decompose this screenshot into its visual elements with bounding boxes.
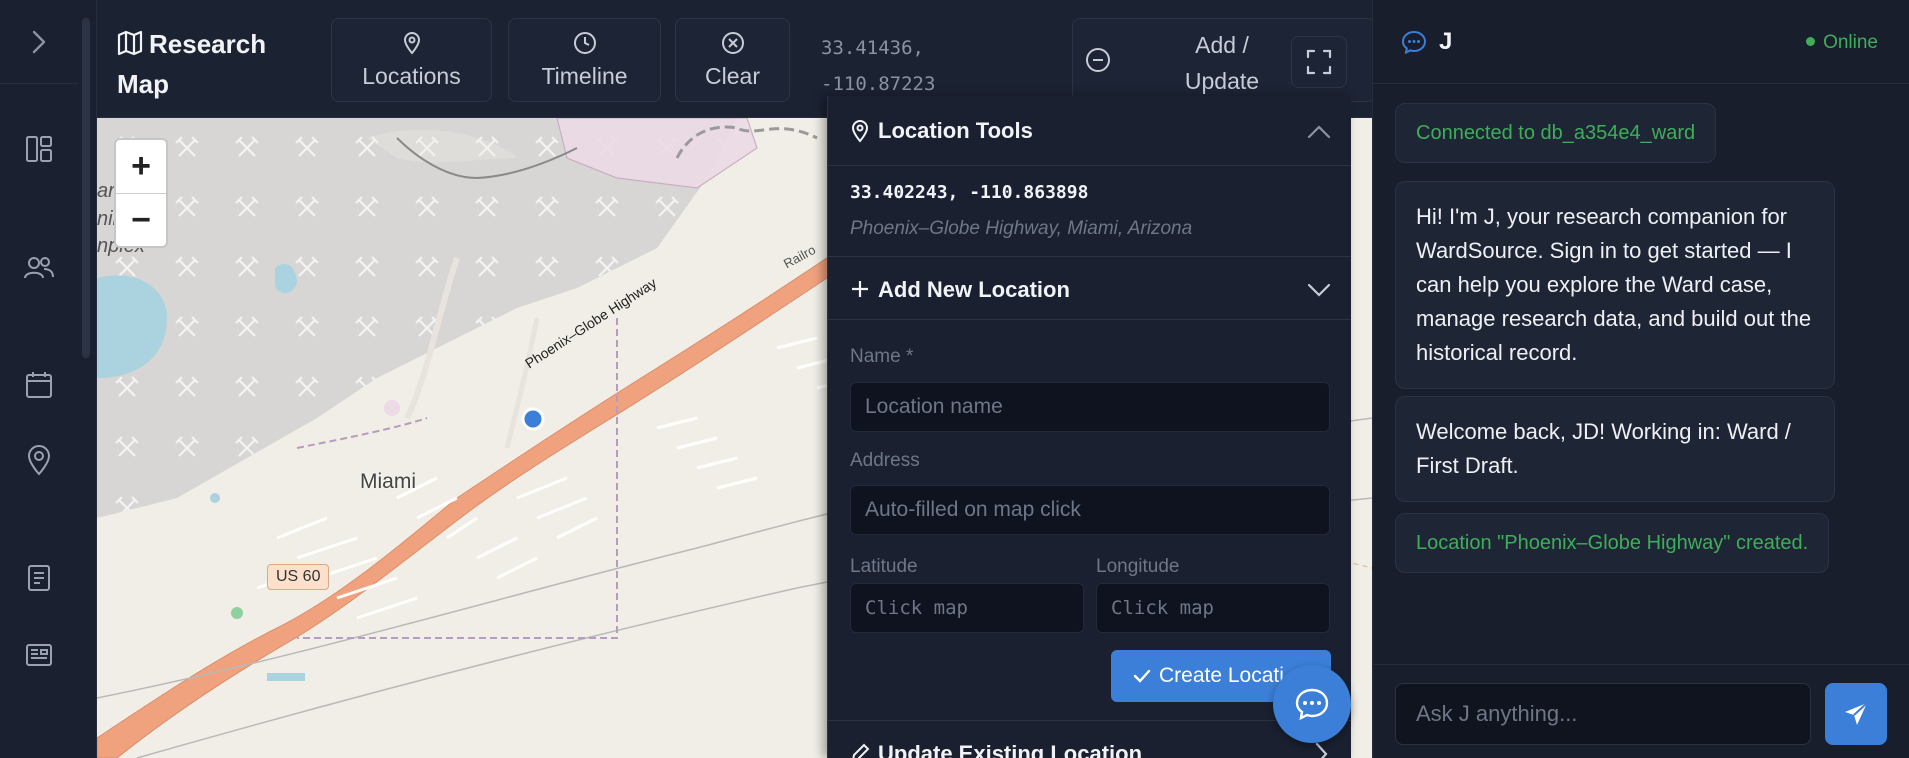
chevron-right-icon (32, 30, 46, 53)
location-tools-title: Location Tools (878, 118, 1033, 143)
minus-circle-icon (1086, 48, 1110, 72)
chat-toggle-button[interactable] (1273, 665, 1351, 743)
location-tools-header[interactable]: Location Tools (828, 96, 1351, 166)
location-tools-panel: Location Tools 33.402243, -110.863898 Ph… (827, 96, 1351, 758)
map-pin-icon (27, 445, 51, 476)
calendar-icon (26, 372, 52, 398)
map-label-complex-1: ar (97, 180, 115, 202)
chat-message-system: Connected to db_a354e4_ward (1395, 103, 1717, 163)
pencil-icon (852, 743, 870, 758)
address-input[interactable]: Auto-filled on map click (850, 485, 1330, 535)
assistant-chat-panel: J Online Connected to db_a354e4_ward Hi!… (1372, 0, 1909, 758)
chevron-up-icon[interactable] (1306, 122, 1332, 140)
chat-input[interactable]: Ask J anything... (1395, 683, 1811, 745)
send-icon (1845, 702, 1868, 725)
sidebar-item-dashboard[interactable] (20, 130, 58, 168)
fullscreen-button[interactable] (1291, 36, 1347, 88)
sidebar-item-news[interactable] (20, 636, 58, 674)
cursor-coordinates: 33.41436, -110.87223 (821, 30, 935, 102)
chat-message-assistant: Hi! I'm J, your research companion for W… (1395, 181, 1835, 389)
selected-coordinates: 33.402243, -110.863898 (850, 182, 1089, 203)
latitude-label: Latitude (850, 556, 918, 577)
clear-button[interactable]: Clear (675, 18, 790, 102)
address-label: Address (850, 450, 920, 471)
close-circle-icon (721, 31, 744, 54)
send-button[interactable] (1825, 683, 1887, 745)
map-label-city: Miami (360, 470, 416, 493)
status-badge: Online (1806, 32, 1878, 54)
name-label: Name * (850, 346, 914, 367)
research-map-app: Research Map Locations Timeline Clear 33… (0, 0, 1909, 758)
zoom-control: + − (114, 138, 168, 248)
map-pin-icon (851, 120, 869, 143)
sidebar-item-map[interactable] (20, 441, 58, 479)
chevron-right-icon (1315, 742, 1328, 758)
add-location-section-header[interactable]: Add New Location (828, 256, 1351, 320)
map-pin-icon (403, 31, 420, 55)
assistant-name: J (1439, 28, 1453, 55)
status-dot (1806, 37, 1816, 46)
status-label: Online (1823, 32, 1878, 53)
users-icon (24, 257, 54, 279)
chat-message-assistant: Welcome back, JD! Working in: Ward / Fir… (1395, 396, 1835, 502)
sidebar-item-calendar[interactable] (20, 366, 58, 404)
chevron-down-icon (1307, 283, 1331, 297)
longitude-input[interactable]: Click map (1096, 583, 1330, 633)
chat-input-bar: Ask J anything... (1373, 664, 1909, 758)
route-shield: US 60 (267, 564, 330, 590)
left-sidebar (0, 0, 97, 758)
create-location-label: Create Locati (1159, 664, 1284, 687)
location-name-input[interactable]: Location name (850, 382, 1330, 432)
fullscreen-icon (1306, 49, 1332, 75)
cursor-lat: 33.41436, (821, 37, 924, 59)
update-location-section-header[interactable]: Update Existing Location (828, 720, 1351, 758)
timeline-label: Timeline (541, 62, 628, 89)
dashboard-icon (26, 136, 52, 162)
timeline-button[interactable]: Timeline (508, 18, 661, 102)
add-update-label: Add / Update (1184, 32, 1260, 94)
sidebar-scrollbar[interactable] (82, 18, 90, 358)
sidebar-item-notes[interactable] (20, 559, 58, 597)
plus-icon (852, 281, 868, 297)
selected-address: Phoenix–Globe Highway, Miami, Arizona (850, 218, 1193, 239)
sidebar-expand-button[interactable] (0, 0, 78, 84)
newspaper-icon (26, 644, 52, 666)
page-title: Research Map (117, 24, 287, 104)
zoom-in-button[interactable]: + (116, 140, 166, 193)
locations-button[interactable]: Locations (331, 18, 492, 102)
map-icon (117, 30, 143, 56)
add-location-title: Add New Location (878, 277, 1070, 302)
check-icon (1133, 669, 1151, 683)
chat-bubble-icon (1295, 688, 1329, 721)
locations-label: Locations (362, 62, 461, 89)
update-location-title: Update Existing Location (878, 741, 1143, 758)
clock-icon (573, 31, 596, 54)
map-marker-icon[interactable] (525, 411, 543, 429)
zoom-out-button[interactable]: − (116, 193, 166, 246)
longitude-label: Longitude (1096, 556, 1180, 577)
clear-label: Clear (705, 62, 760, 89)
chat-header: J Online (1373, 0, 1909, 84)
chat-message-system: Location "Phoenix–Globe Highway" created… (1395, 513, 1830, 573)
notes-icon (28, 565, 50, 591)
chat-bubble-icon (1401, 30, 1427, 54)
latitude-input[interactable]: Click map (850, 583, 1084, 633)
sidebar-item-people[interactable] (20, 249, 58, 287)
